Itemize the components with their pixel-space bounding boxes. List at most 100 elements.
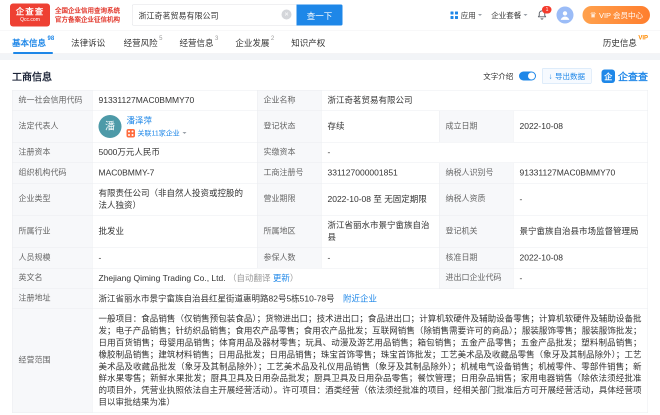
tab-label: 历史信息 [603, 36, 637, 49]
company-type-label: 企业类型 [12, 183, 92, 215]
clear-icon[interactable]: × [282, 10, 292, 20]
crown-icon: ♛ [590, 11, 597, 20]
reg-capital-value: 5000万元人民币 [92, 142, 257, 162]
auto-translate-note-close: ） [290, 273, 299, 283]
company-name-value: 浙江奇茗贸易有限公司 [321, 90, 648, 110]
org-code-value: MAC0BMMY-7 [92, 163, 257, 183]
credit-code-value: 91331127MAC0BMMY70 [92, 90, 257, 110]
status-label: 登记状态 [257, 111, 321, 143]
bell-icon[interactable]: 1 [537, 10, 548, 21]
taxpayer-id-label: 纳税人识别号 [439, 163, 513, 183]
paid-capital-value: - [321, 142, 648, 162]
table-row: 注册地址 浙江省丽水市景宁畲族自治县红星街道惠明路82号5栋510-78号 附近… [12, 289, 648, 309]
tab-label: 经营风险 [124, 36, 158, 49]
business-scope-value: 一般项目：食品销售（仅销售预包装食品）；货物进出口；技术进出口；食品进出口；计算… [92, 309, 648, 413]
staff-size-label: 人员规模 [12, 248, 92, 268]
download-icon: ↓ [549, 72, 553, 81]
reg-number-label: 工商注册号 [257, 163, 321, 183]
export-button[interactable]: ↓ 导出数据 [542, 68, 591, 84]
table-row: 人员规模 - 参保人数 - 核准日期 2022-10-08 [12, 248, 648, 268]
credit-code-label: 统一社会信用代码 [12, 90, 92, 110]
section-tools: 文字介绍 ↓ 导出数据 企 企查查 [483, 68, 648, 84]
qcc-brand-mark: 企 企查查 [602, 69, 649, 84]
company-type-value: 有限责任公司（非自然人投资或控股的法人独资） [92, 183, 257, 215]
staff-size-value: - [92, 248, 257, 268]
search-input[interactable] [132, 5, 297, 26]
company-name-label: 企业名称 [257, 90, 321, 110]
org-code-label: 组织机构代码 [12, 163, 92, 183]
slogan-line2: 官方备案企业征信机构 [55, 15, 120, 24]
caret-down-icon [182, 132, 186, 136]
legal-rep-name-link[interactable]: 潘泽萍 [127, 115, 187, 127]
qcc-brand-icon: 企 [602, 69, 616, 83]
search-bar: × 查一下 [132, 5, 343, 26]
package-menu[interactable]: 企业套餐 [491, 10, 528, 21]
tab-label: 企业发展 [235, 36, 269, 49]
apps-menu-label: 应用 [461, 10, 476, 21]
tab-count: 5 [159, 35, 162, 42]
tab-label: 法律诉讼 [71, 36, 105, 49]
establish-date-label: 成立日期 [439, 111, 513, 143]
insured-count-value: - [321, 248, 439, 268]
nearby-companies-link[interactable]: 附近企业 [343, 294, 377, 304]
tab-risk[interactable]: 经营风险 5 [124, 31, 163, 54]
user-avatar[interactable] [557, 7, 574, 24]
legal-rep-label: 法定代表人 [12, 111, 92, 143]
qcc-logo[interactable]: 企查查 Qcc.com [10, 4, 50, 27]
qcc-brand-text: 企查查 [618, 69, 648, 84]
user-icon [559, 9, 572, 22]
taxpayer-quality-label: 纳税人资质 [439, 183, 513, 215]
approve-date-value: 2022-10-08 [513, 248, 648, 268]
slogan-line1: 全国企业信用查询系统 [55, 6, 120, 15]
logo-domain: Qcc.com [20, 17, 40, 23]
auto-translate-note: （自动翻译 [228, 273, 273, 283]
text-intro-toggle[interactable] [519, 72, 536, 81]
topbar: 企查查 Qcc.com 全国企业信用查询系统 官方备案企业征信机构 × 查一下 … [0, 0, 660, 31]
establish-date-value: 2022-10-08 [513, 111, 648, 143]
address-cell: 浙江省丽水市景宁畲族自治县红星街道惠明路82号5栋510-78号 附近企业 [92, 289, 648, 309]
english-name-value: Zhejiang Qiming Trading Co., Ltd. [99, 273, 226, 283]
reg-authority-value: 景宁畲族自治县市场监督管理局 [513, 215, 648, 247]
tab-development[interactable]: 企业发展 2 [235, 31, 274, 54]
table-row: 法定代表人 潘 潘泽萍 关联11家企业 [12, 111, 648, 143]
insured-count-label: 参保人数 [257, 248, 321, 268]
table-row: 英文名 Zhejiang Qiming Trading Co., Ltd. （自… [12, 268, 648, 288]
tab-intellectual-property[interactable]: 知识产权 [291, 31, 327, 54]
package-menu-label: 企业套餐 [491, 10, 521, 21]
vip-button[interactable]: ♛ VIP 会员中心 [583, 6, 650, 24]
logo-slogan: 全国企业信用查询系统 官方备案企业征信机构 [55, 6, 120, 24]
address-value: 浙江省丽水市景宁畲族自治县红星街道惠明路82号5栋510-78号 [99, 294, 335, 304]
table-row: 注册资本 5000万元人民币 实缴资本 - [12, 142, 648, 162]
table-row: 组织机构代码 MAC0BMMY-7 工商注册号 331127000001851 … [12, 163, 648, 183]
table-row: 经营范围 一般项目：食品销售（仅销售预包装食品）；货物进出口；技术进出口；食品进… [12, 309, 648, 413]
export-button-label: 导出数据 [555, 71, 585, 82]
paid-capital-label: 实缴资本 [257, 142, 321, 162]
tab-history[interactable]: 历史信息 VIP [603, 31, 648, 54]
area-value: 浙江省丽水市景宁畲族自治县 [321, 215, 439, 247]
vip-tag: VIP [638, 34, 648, 41]
caret-down-icon [478, 14, 482, 18]
tab-operation[interactable]: 经营信息 3 [180, 31, 219, 54]
area-label: 所属地区 [257, 215, 321, 247]
address-label: 注册地址 [12, 289, 92, 309]
tab-legal[interactable]: 法律诉讼 [71, 31, 107, 54]
info-table: 统一社会信用代码 91331127MAC0BMMY70 企业名称 浙江奇茗贸易有… [12, 90, 648, 413]
section-header: 工商信息 文字介绍 ↓ 导出数据 企 企查查 [0, 60, 660, 90]
approve-date-label: 核准日期 [439, 248, 513, 268]
legal-rep-cell: 潘 潘泽萍 关联11家企业 [92, 111, 257, 143]
table-row: 统一社会信用代码 91331127MAC0BMMY70 企业名称 浙江奇茗贸易有… [12, 90, 648, 110]
business-term-label: 营业期限 [257, 183, 321, 215]
table-row: 企业类型 有限责任公司（非自然人投资或控股的法人独资） 营业期限 2022-10… [12, 183, 648, 215]
tab-label: 知识产权 [291, 36, 325, 49]
search-button[interactable]: 查一下 [297, 5, 343, 26]
apps-menu[interactable]: 应用 [451, 10, 483, 21]
related-companies-link[interactable]: 关联11家企业 [138, 128, 180, 138]
business-term-value: 2022-10-08 至 无固定期限 [321, 183, 439, 215]
tab-count: 3 [215, 35, 218, 42]
tab-bar: 基本信息 98 法律诉讼 经营风险 5 经营信息 3 企业发展 2 知识产权 历… [0, 31, 660, 55]
update-link[interactable]: 更新 [273, 273, 290, 283]
caret-down-icon [524, 14, 528, 18]
tab-basic-info[interactable]: 基本信息 98 [12, 31, 54, 54]
tab-label: 基本信息 [12, 36, 46, 49]
legal-rep-avatar[interactable]: 潘 [99, 115, 122, 138]
